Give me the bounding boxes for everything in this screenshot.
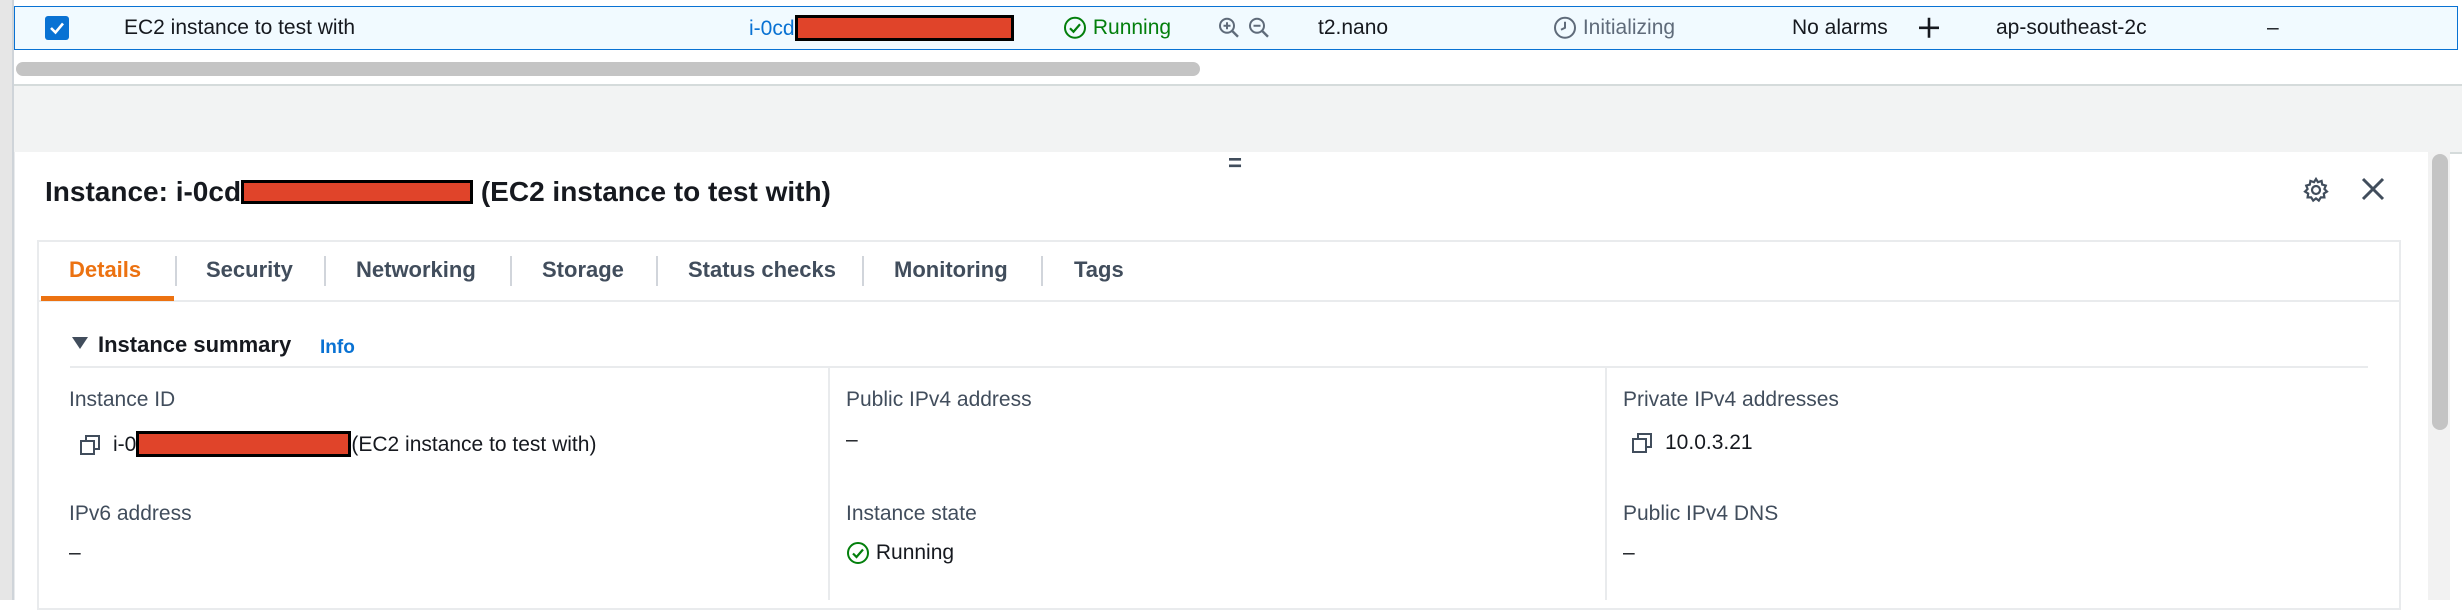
horizontal-scrollbar[interactable] [16, 62, 1200, 76]
instance-summary-toggle[interactable]: Instance summary [72, 332, 291, 358]
instance-id-suffix: (EC2 instance to test with) [351, 433, 597, 456]
tab-details[interactable]: Details [69, 240, 141, 300]
ipv6-address-value: – [69, 541, 81, 564]
close-icon[interactable] [2360, 176, 2386, 202]
tab-security[interactable]: Security [206, 240, 293, 300]
tab-status-checks[interactable]: Status checks [688, 240, 836, 300]
private-ipv4-label: Private IPv4 addresses [1623, 388, 1839, 411]
info-link[interactable]: Info [320, 337, 355, 359]
copy-icon[interactable] [1631, 432, 1653, 454]
private-ipv4-value: 10.0.3.21 [1631, 431, 1753, 455]
left-frame-edge [0, 0, 14, 600]
instance-id-value: i-0 (EC2 instance to test with) [79, 431, 596, 457]
caret-down-icon [72, 337, 88, 349]
redaction-block [241, 180, 474, 204]
instance-id-link[interactable]: i-0cd [749, 15, 1014, 41]
summary-divider [70, 366, 2368, 368]
tab-divider [324, 256, 326, 286]
instance-id-text: i-0cd [749, 17, 795, 40]
public-ipv4-value: – [846, 428, 858, 451]
zoom-out-icon[interactable] [1247, 16, 1271, 40]
instance-summary-heading: Instance summary [98, 332, 292, 357]
gear-icon[interactable] [2302, 176, 2330, 204]
panel-title-suffix: (EC2 instance to test with) [480, 176, 831, 207]
copy-icon[interactable] [79, 434, 101, 456]
tab-monitoring[interactable]: Monitoring [894, 240, 1008, 300]
tab-list: Details Security Networking Storage Stat… [37, 240, 2401, 302]
status-check-text: Initializing [1582, 15, 1676, 39]
active-tab-indicator [41, 296, 174, 301]
private-ipv4-text: 10.0.3.21 [1665, 431, 1753, 454]
tab-divider [862, 256, 864, 286]
add-alarm-button[interactable] [1917, 16, 1941, 40]
instance-state-cell: Running [1063, 16, 1171, 40]
panel-title: Instance: i-0cd (EC2 instance to test wi… [45, 176, 831, 208]
instance-state-label: Instance state [846, 502, 977, 525]
drag-handle-icon[interactable]: = [1224, 152, 1246, 176]
vertical-scrollbar[interactable] [2432, 154, 2448, 430]
instance-type-cell: t2.nano [1318, 16, 1389, 39]
status-check-cell: Initializing [1553, 16, 1675, 40]
public-ipv4-dns-value: – [1623, 541, 1635, 564]
tab-divider [510, 256, 512, 286]
alarm-status-cell: No alarms [1792, 16, 1888, 39]
tab-tags[interactable]: Tags [1074, 240, 1124, 300]
split-pane-gap [14, 84, 2462, 154]
instance-state-value: Running [846, 541, 954, 565]
ipv6-address-label: IPv6 address [69, 502, 192, 525]
status-running-icon [1064, 17, 1086, 40]
instance-table-row[interactable]: EC2 instance to test with i-0cd Running … [14, 6, 2458, 50]
instance-name-cell: EC2 instance to test with [124, 16, 356, 39]
clock-icon [1554, 17, 1576, 40]
instance-id-label: Instance ID [69, 388, 176, 411]
redaction-block [794, 15, 1014, 41]
plus-icon [1919, 18, 1939, 39]
instance-state-text: Running [875, 541, 955, 564]
instance-id-prefix: i-0 [113, 433, 137, 456]
tab-networking[interactable]: Networking [356, 240, 476, 300]
instance-state-text: Running [1092, 15, 1172, 39]
tab-divider [175, 256, 177, 286]
row-checkbox[interactable] [45, 16, 69, 40]
public-ipv4-label: Public IPv4 address [846, 388, 1032, 411]
tab-divider [656, 256, 658, 286]
redaction-block [136, 431, 352, 457]
public-ipv4-dns-label: Public IPv4 DNS [1623, 502, 1779, 525]
zoom-controls [1217, 16, 1271, 40]
availability-zone-cell: ap-southeast-2c [1996, 16, 2147, 39]
column-divider [1605, 368, 1607, 600]
panel-title-prefix: Instance: i-0cd [45, 176, 242, 207]
zoom-in-icon[interactable] [1217, 16, 1241, 40]
tab-divider [1041, 256, 1043, 286]
column-divider [828, 368, 830, 600]
public-dns-cell: – [2267, 16, 2279, 39]
checkbox-checked-icon [50, 22, 64, 35]
tab-storage[interactable]: Storage [542, 240, 624, 300]
status-running-icon [847, 542, 869, 565]
